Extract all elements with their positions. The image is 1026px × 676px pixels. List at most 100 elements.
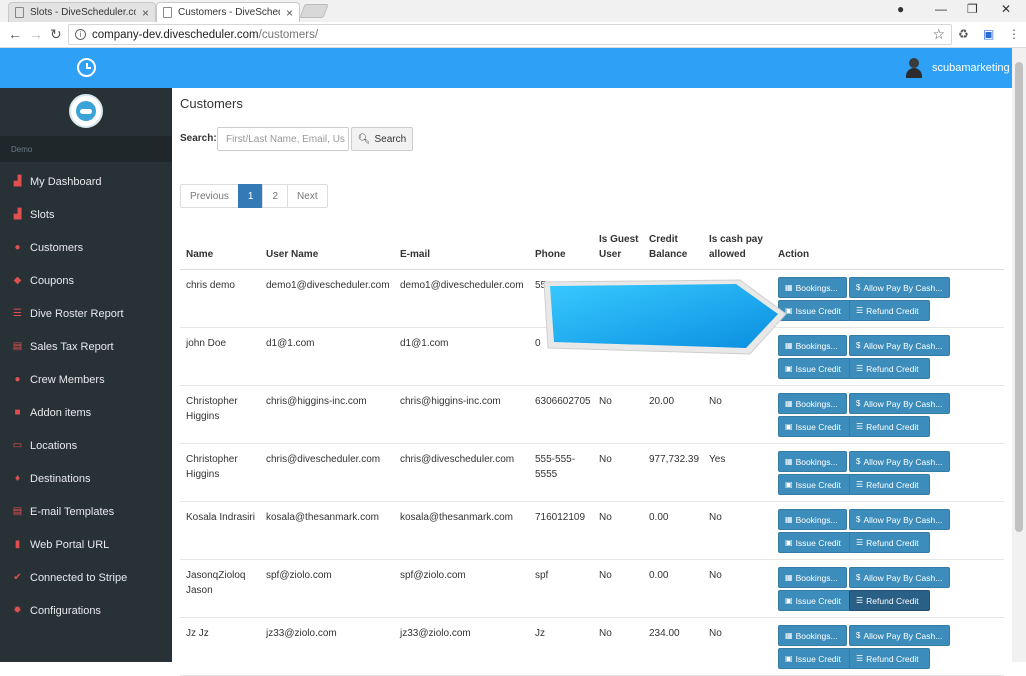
refund-credit-button[interactable]: ☰ Refund Credit (849, 358, 930, 379)
browser-tab-customers[interactable]: Customers - DiveSchedu × (156, 2, 300, 22)
allow-pay-by-cash-button[interactable]: $ Allow Pay By Cash... (849, 625, 950, 646)
minimize-icon[interactable]: — (935, 2, 947, 16)
profile-icon[interactable]: ● (897, 2, 904, 16)
issue-credit-button[interactable]: ▣ Issue Credit (778, 532, 851, 553)
sidebar-item-coupons[interactable]: ◆ Coupons (0, 264, 172, 297)
cell-guest: No (599, 396, 612, 407)
allow-pay-by-cash-button[interactable]: $ Allow Pay By Cash... (849, 509, 950, 530)
page-1-button[interactable]: 1 (237, 184, 264, 208)
user-name[interactable]: scubamarketing (932, 62, 1010, 74)
bookings-button[interactable]: ▦ Bookings... (778, 625, 847, 646)
cell-phone: 716012109 (535, 512, 586, 523)
button-label: Allow Pay By Cash... (863, 456, 943, 467)
previous-page-button[interactable]: Previous (180, 184, 239, 208)
cell-name: Kosala Indrasiri (186, 512, 255, 523)
sidebar-item-label: Coupons (30, 274, 75, 287)
bookings-button[interactable]: ▦ Bookings... (778, 509, 847, 530)
cell-name: Jz Jz (186, 628, 209, 639)
avatar[interactable] (905, 58, 923, 78)
page-2-button[interactable]: 2 (262, 184, 289, 208)
page-scrollbar[interactable] (1012, 48, 1026, 662)
company-logo[interactable] (69, 94, 103, 128)
back-icon[interactable]: ← (8, 26, 22, 42)
sidebar-item-configurations[interactable]: ✹ Configurations (0, 594, 172, 627)
info-icon[interactable]: i (75, 29, 86, 40)
close-icon[interactable]: × (142, 6, 149, 20)
sidebar-item-email-templates[interactable]: ▤ E-mail Templates (0, 495, 172, 528)
cell-username: spf@ziolo.com (266, 570, 332, 581)
button-label: Refund Credit (866, 653, 919, 664)
button-label: Bookings... (795, 456, 838, 467)
sidebar-item-addon-items[interactable]: ■ Addon items (0, 396, 172, 429)
extension-icon[interactable]: ▣ (983, 27, 994, 41)
allow-pay-by-cash-button[interactable]: $ Allow Pay By Cash... (849, 277, 950, 298)
list-icon: ☰ (856, 596, 864, 605)
close-window-icon[interactable]: ✕ (1001, 2, 1011, 16)
sidebar-section: Demo (0, 136, 172, 162)
issue-credit-button[interactable]: ▣ Issue Credit (778, 648, 851, 669)
bookings-button[interactable]: ▦ Bookings... (778, 567, 847, 588)
refund-credit-button[interactable]: ☰ Refund Credit (849, 416, 930, 437)
sidebar-item-sales-tax-report[interactable]: ▤ Sales Tax Report (0, 330, 172, 363)
cell-credit: 0.00 (649, 570, 669, 581)
menu-kebab-icon[interactable]: ⋮ (1008, 27, 1020, 41)
cell-email: chris@higgins-inc.com (400, 396, 501, 407)
allow-pay-by-cash-button[interactable]: $ Allow Pay By Cash... (849, 451, 950, 472)
sidebar-item-customers[interactable]: ● Customers (0, 231, 172, 264)
refund-credit-button[interactable]: ☰ Refund Credit (849, 474, 930, 495)
button-label: Issue Credit (795, 305, 841, 316)
cell-name: Christopher Higgins (186, 454, 238, 480)
cell-username: chris@divescheduler.com (266, 454, 381, 465)
refund-credit-button[interactable]: ☰ Refund Credit (849, 532, 930, 553)
button-label: Refund Credit (866, 479, 919, 490)
search-input[interactable] (217, 127, 349, 151)
allow-pay-by-cash-button[interactable]: $ Allow Pay By Cash... (849, 567, 950, 588)
restore-icon[interactable]: ❐ (967, 2, 978, 16)
dollar-icon: $ (856, 515, 861, 524)
close-icon[interactable]: × (286, 6, 293, 20)
column-header-action: Action (778, 249, 810, 260)
reload-icon[interactable]: ↻ (50, 26, 62, 43)
sidebar-item-label: Connected to Stripe (30, 571, 128, 584)
sidebar-item-web-portal-url[interactable]: ▮ Web Portal URL (0, 528, 172, 561)
calendar-icon: ▦ (785, 515, 793, 524)
sidebar-item-crew-members[interactable]: ● Crew Members (0, 363, 172, 396)
issue-credit-button[interactable]: ▣ Issue Credit (778, 590, 851, 611)
refund-credit-button[interactable]: ☰ Refund Credit (849, 590, 930, 611)
recycle-extension-icon[interactable]: ♻ (958, 27, 969, 41)
bookings-button[interactable]: ▦ Bookings... (778, 451, 847, 472)
sidebar-item-dive-roster-report[interactable]: ☰ Dive Roster Report (0, 297, 172, 330)
browser-tab-slots[interactable]: Slots - DiveScheduler.co × (8, 2, 156, 22)
sidebar-item-label: Addon items (30, 406, 92, 419)
clock-icon[interactable] (77, 58, 96, 77)
sidebar-item-my-dashboard[interactable]: ▟ My Dashboard (0, 165, 172, 198)
calendar-icon: ▦ (785, 573, 793, 582)
scrollbar-thumb[interactable] (1015, 62, 1023, 532)
bookmark-star-icon[interactable]: ☆ (932, 26, 945, 43)
sidebar: Demo ▟ My Dashboard ▟ Slots ● Customers ◆ Co… (0, 88, 172, 662)
new-tab-button[interactable] (299, 4, 329, 18)
search-button[interactable]: 🔍︎ Search (351, 127, 413, 151)
button-label: Bookings... (795, 514, 838, 525)
dollar-icon: $ (856, 399, 861, 408)
cell-phone: spf (535, 570, 549, 581)
forward-icon[interactable]: → (29, 26, 43, 42)
sidebar-item-label: Dive Roster Report (30, 307, 124, 320)
allow-pay-by-cash-button[interactable]: $ Allow Pay By Cash... (849, 335, 950, 356)
sidebar-item-locations[interactable]: ▭ Locations (0, 429, 172, 462)
sidebar-section-label: Demo (11, 145, 33, 154)
refund-credit-button[interactable]: ☰ Refund Credit (849, 648, 930, 669)
column-header-username: User Name (266, 249, 319, 260)
refund-credit-button[interactable]: ☰ Refund Credit (849, 300, 930, 321)
allow-pay-by-cash-button[interactable]: $ Allow Pay By Cash... (849, 393, 950, 414)
sidebar-item-destinations[interactable]: ♦ Destinations (0, 462, 172, 495)
issue-credit-button[interactable]: ▣ Issue Credit (778, 416, 851, 437)
sidebar-item-slots[interactable]: ▟ Slots (0, 198, 172, 231)
cell-username: kosala@thesanmark.com (266, 512, 379, 523)
calendar-icon: ▦ (785, 631, 793, 640)
next-page-button[interactable]: Next (287, 184, 328, 208)
issue-credit-button[interactable]: ▣ Issue Credit (778, 474, 851, 495)
bookings-button[interactable]: ▦ Bookings... (778, 393, 847, 414)
sidebar-item-connected-to-stripe[interactable]: ✔ Connected to Stripe (0, 561, 172, 594)
address-bar[interactable]: i company-dev.divescheduler.com/customer… (68, 24, 952, 45)
